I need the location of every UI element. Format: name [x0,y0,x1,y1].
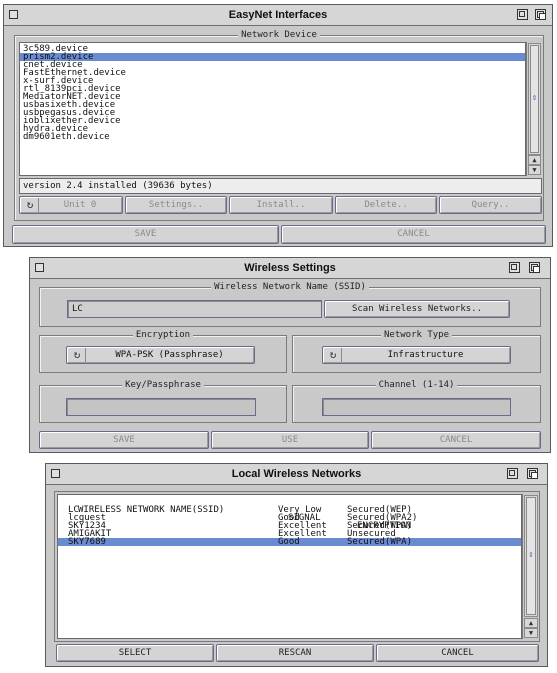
channel-group: Channel (1-14) [292,380,541,423]
zoom-gadget-icon[interactable] [509,262,520,273]
scroll-up-arrow-icon[interactable]: ▲ [528,155,541,165]
local-cancel-button[interactable]: CANCEL [376,644,539,662]
key-passphrase-group: Key/Passphrase [39,380,287,423]
device-list-item[interactable]: FastEthernet.device [20,69,525,78]
network-signal: Good [278,537,300,547]
key-passphrase-input[interactable] [66,398,256,416]
easynet-title: EasyNet Interfaces [228,9,328,21]
easynet-cancel-button[interactable]: CANCEL [281,225,546,244]
device-list-scroll-knob[interactable] [530,45,539,153]
network-list-frame: WIRELESS NETWORK NAME(SSID) SIGNAL ENCRY… [54,491,540,642]
wireless-save-button[interactable]: SAVE [39,431,209,449]
cycle-icon: ↻ [22,198,39,212]
delete-button[interactable]: Delete.. [335,196,437,214]
unit-cycle[interactable]: ↻ Unit 0 [19,196,123,214]
wireless-settings-title: Wireless Settings [244,262,336,274]
settings-button[interactable]: Settings.. [125,196,227,214]
network-list-scrollbar[interactable]: ▲ ▼ [522,494,539,639]
zoom-gadget-icon[interactable] [517,9,528,20]
depth-gadget-icon[interactable] [529,262,540,273]
channel-input[interactable] [322,398,511,416]
local-networks-titlebar[interactable]: Local Wireless Networks [46,464,547,485]
depth-gadget-icon[interactable] [527,468,538,479]
device-list-scrollbar[interactable]: ▲ ▼ [526,42,542,176]
device-list-item[interactable]: prism2.device [20,53,525,62]
select-button[interactable]: SELECT [56,644,214,662]
wireless-settings-titlebar[interactable]: Wireless Settings [30,258,550,279]
encryption-cycle[interactable]: ↻ WPA-PSK (Passphrase) [66,346,255,364]
close-gadget-icon[interactable] [35,263,44,272]
device-list[interactable]: 3c589.device prism2.device cnet.device Fast… [19,42,526,176]
unit-label: Unit 0 [63,200,97,210]
encryption-value: WPA-PSK (Passphrase) [115,350,224,360]
channel-group-title: Channel (1-14) [375,380,458,390]
rescan-button[interactable]: RESCAN [216,644,374,662]
local-networks-window: Local Wireless Networks WIRELESS NETWORK… [45,463,548,667]
ssid-group-title: Wireless Network Name (SSID) [211,282,369,292]
encryption-group-title: Encryption [132,330,194,340]
depth-gadget-icon[interactable] [535,9,546,20]
easynet-save-button[interactable]: SAVE [12,225,279,244]
network-device-group: Network Device 3c589.device prism2.device… [14,30,544,221]
network-type-group: Network Type ↻ Infrastructure [292,330,541,373]
scan-networks-button[interactable]: Scan Wireless Networks.. [324,300,510,318]
easynet-window: EasyNet Interfaces Network Device 3c589.… [3,4,553,247]
ssid-input[interactable]: LC [67,300,322,318]
device-list-item[interactable]: ioblixether.device [20,117,525,126]
ssid-group: Wireless Network Name (SSID) LC Scan Wir… [39,282,541,327]
network-encryption: Secured(WPA) [347,537,413,547]
network-type-value: Infrastructure [387,350,464,360]
close-gadget-icon[interactable] [51,469,60,478]
close-gadget-icon[interactable] [9,10,18,19]
easynet-titlebar[interactable]: EasyNet Interfaces [4,5,552,26]
encryption-group: Encryption ↻ WPA-PSK (Passphrase) [39,330,287,373]
network-list[interactable]: WIRELESS NETWORK NAME(SSID) SIGNAL ENCRY… [57,494,522,639]
scroll-down-arrow-icon[interactable]: ▼ [524,628,538,638]
network-type-cycle[interactable]: ↻ Infrastructure [322,346,511,364]
install-status: version 2.4 installed (39636 bytes) [19,178,542,194]
cycle-icon: ↻ [69,348,86,362]
wireless-use-button[interactable]: USE [211,431,369,449]
wireless-cancel-button[interactable]: CANCEL [371,431,541,449]
network-type-group-title: Network Type [380,330,453,340]
local-networks-title: Local Wireless Networks [231,468,362,480]
query-button[interactable]: Query.. [439,196,542,214]
device-list-item[interactable]: 3c589.device [20,45,525,54]
zoom-gadget-icon[interactable] [507,468,518,479]
network-list-row[interactable]: SKY7689 Good Secured(WPA) [58,537,521,547]
scroll-down-arrow-icon[interactable]: ▼ [528,165,541,175]
device-list-item[interactable]: dm9601eth.device [20,133,525,142]
network-ssid: SKY7689 [68,537,106,547]
cycle-icon: ↻ [325,348,342,362]
network-device-group-title: Network Device [238,30,320,40]
scroll-up-arrow-icon[interactable]: ▲ [524,618,538,628]
install-button[interactable]: Install.. [229,196,333,214]
key-passphrase-group-title: Key/Passphrase [122,380,204,390]
wireless-settings-window: Wireless Settings Wireless Network Name … [29,257,551,453]
network-list-scroll-knob[interactable] [526,497,536,615]
